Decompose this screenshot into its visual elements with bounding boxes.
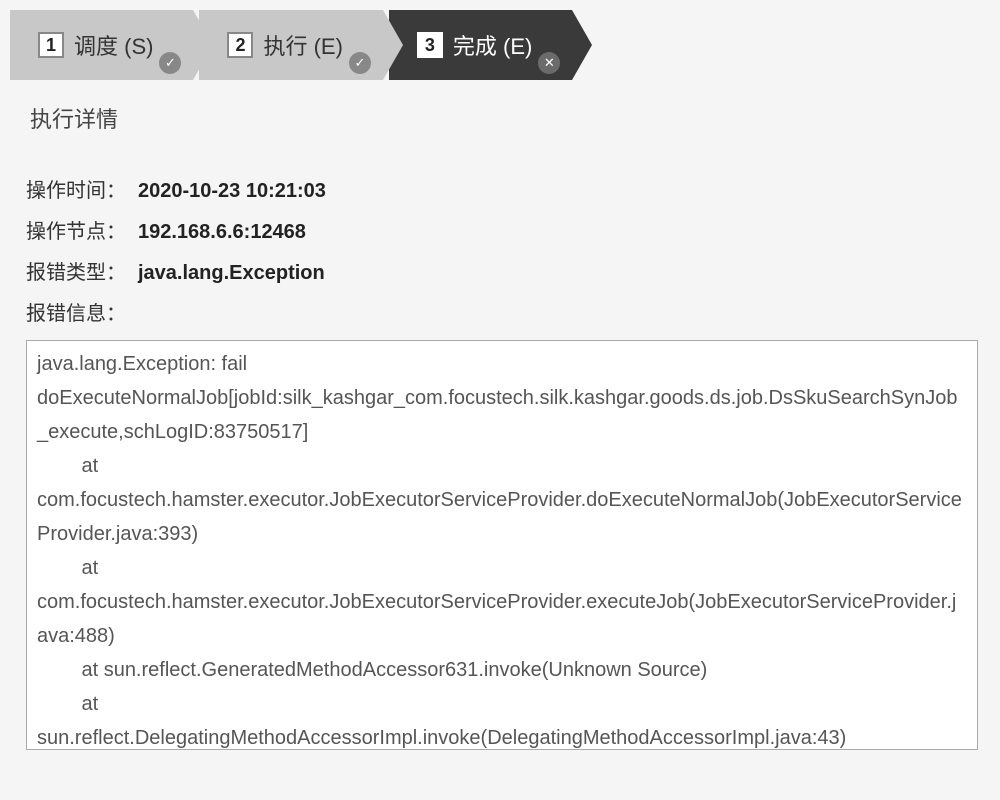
tab-label: 完成 (E) [453, 29, 532, 61]
tab-number-badge: 3 [417, 32, 443, 58]
detail-label: 报错信息： [26, 297, 138, 326]
tab-label: 执行 (E) [263, 29, 342, 61]
detail-row-error-type: 报错类型： java.lang.Exception [26, 256, 974, 285]
section-title: 执行详情 [0, 80, 1000, 134]
tab-complete[interactable]: 3 完成 (E) ✕ [389, 10, 572, 80]
detail-row-time: 操作时间： 2020-10-23 10:21:03 [26, 174, 974, 203]
step-tabs: 1 调度 (S) ✓ 2 执行 (E) ✓ 3 完成 (E) ✕ [0, 0, 1000, 80]
check-icon: ✓ [349, 52, 371, 74]
tab-number-badge: 2 [227, 32, 253, 58]
error-type-value: java.lang.Exception [138, 262, 325, 285]
detail-row-error-msg: 报错信息： [26, 297, 974, 326]
detail-label: 报错类型： [26, 256, 138, 285]
tab-schedule[interactable]: 1 调度 (S) ✓ [10, 10, 193, 80]
operation-node-value: 192.168.6.6:12468 [138, 221, 306, 244]
tab-number-badge: 1 [38, 32, 64, 58]
detail-label: 操作时间： [26, 174, 138, 203]
detail-row-node: 操作节点： 192.168.6.6:12468 [26, 215, 974, 244]
execution-details: 操作时间： 2020-10-23 10:21:03 操作节点： 192.168.… [0, 134, 1000, 756]
detail-label: 操作节点： [26, 215, 138, 244]
check-icon: ✓ [159, 52, 181, 74]
error-message-textarea[interactable] [26, 340, 978, 750]
tab-label: 调度 (S) [74, 29, 153, 61]
close-icon: ✕ [538, 52, 560, 74]
operation-time-value: 2020-10-23 10:21:03 [138, 180, 326, 203]
tab-execute[interactable]: 2 执行 (E) ✓ [199, 10, 382, 80]
